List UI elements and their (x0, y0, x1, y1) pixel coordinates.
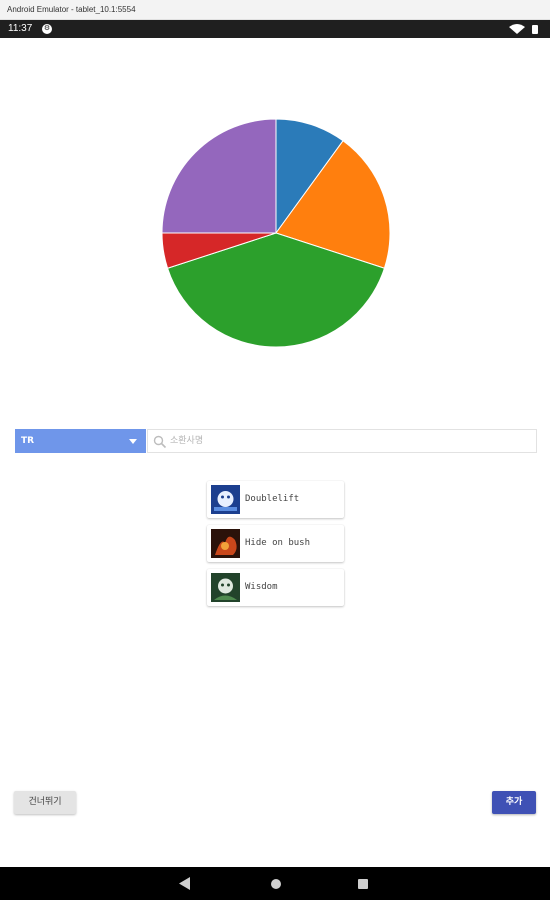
status-bar: 11:37 ⚙ (0, 20, 550, 38)
gear-badge-icon: ⚙ (42, 24, 52, 34)
wifi-icon (509, 24, 525, 34)
skip-button[interactable]: 건너뛰기 (14, 791, 76, 814)
player-list: Doublelift Hide on bush Wisdom (207, 481, 345, 613)
pie-chart (161, 118, 391, 348)
status-time: 11:37 (8, 23, 33, 34)
status-icons (509, 24, 538, 34)
dropdown-caret-icon (129, 439, 137, 444)
window-title: Android Emulator - tablet_10.1:5554 (0, 0, 550, 20)
avatar-icon-flame (211, 529, 240, 558)
recents-icon[interactable] (358, 879, 368, 889)
search-icon (153, 435, 167, 449)
battery-icon (532, 25, 538, 34)
region-select[interactable]: TR (15, 429, 146, 453)
app-frame: TR Doublelift (0, 38, 550, 867)
player-name: Wisdom (245, 582, 278, 592)
player-name: Hide on bush (245, 538, 311, 548)
player-card-doublelift[interactable]: Doublelift (207, 481, 344, 518)
summoner-search-input[interactable] (170, 433, 530, 449)
player-card-wisdom[interactable]: Wisdom (207, 569, 344, 606)
home-icon[interactable] (271, 879, 281, 889)
pie-slice-purple (161, 118, 277, 234)
search-row: TR (15, 429, 537, 453)
avatar-icon-blue (211, 485, 240, 514)
add-button[interactable]: 추가 (492, 791, 536, 814)
player-card-hide-on-bush[interactable]: Hide on bush (207, 525, 344, 562)
avatar-icon-green (211, 573, 240, 602)
search-box[interactable] (147, 429, 537, 453)
player-name: Doublelift (245, 494, 300, 504)
back-icon[interactable] (179, 877, 191, 890)
region-selected-label: TR (21, 436, 35, 446)
navigation-bar (0, 867, 550, 900)
